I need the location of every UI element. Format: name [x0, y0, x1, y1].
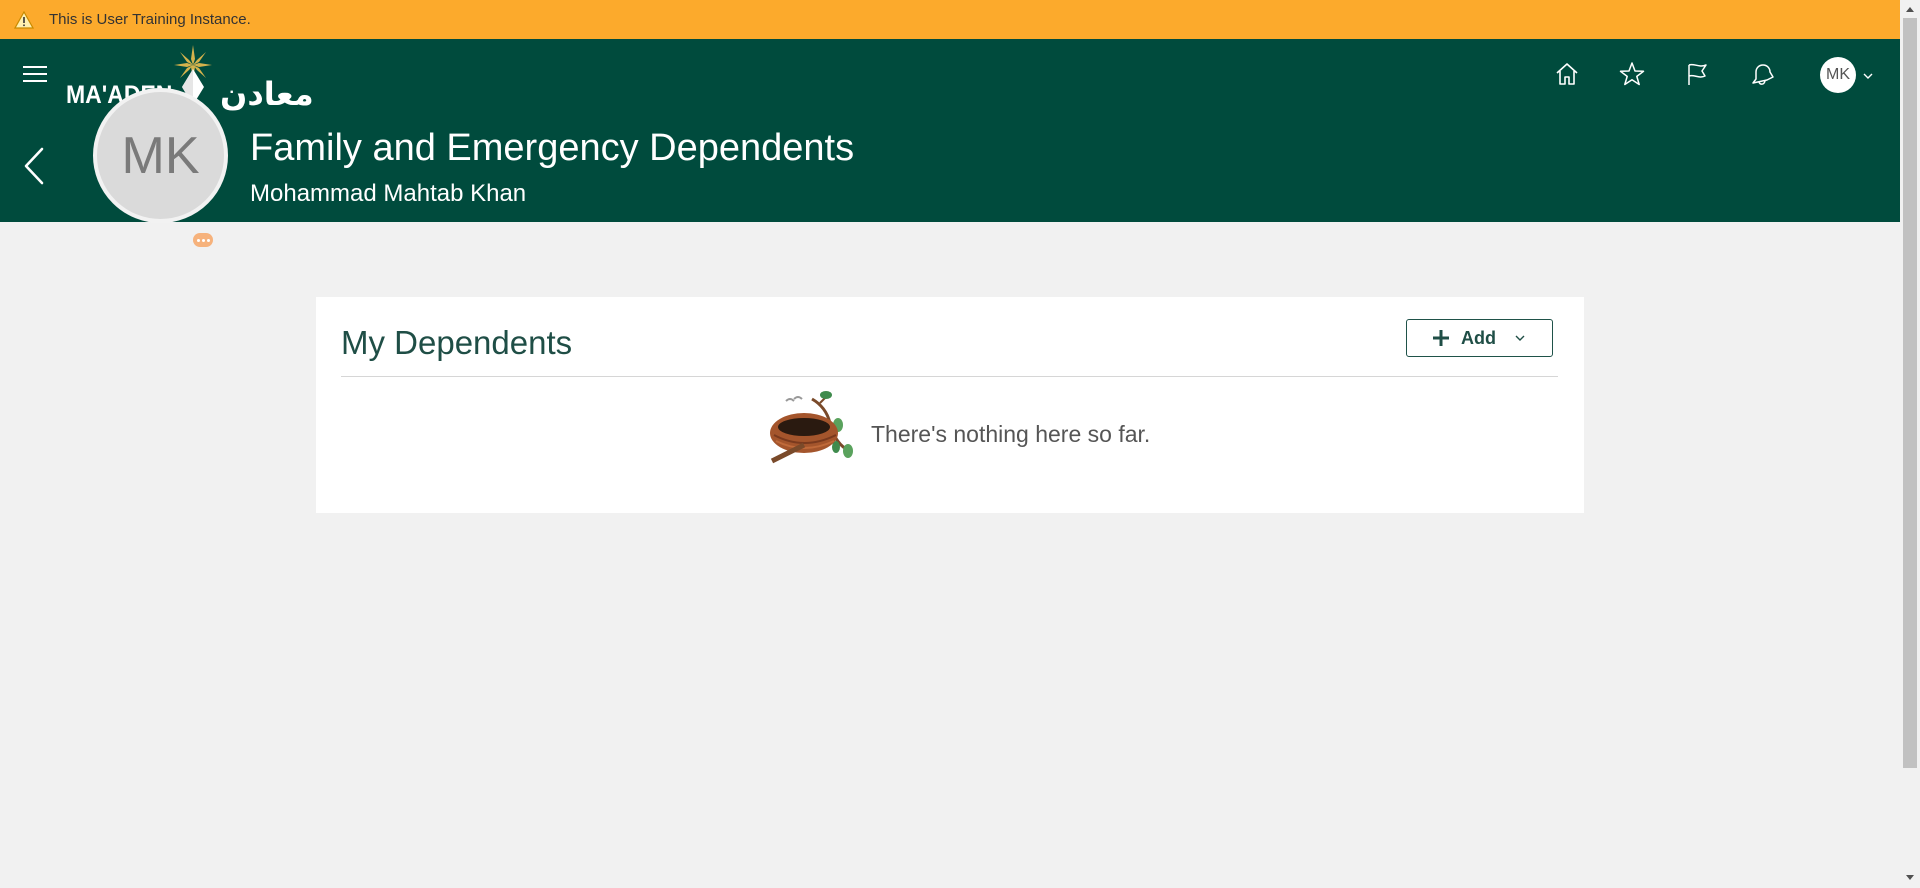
my-dependents-card: My Dependents Add There's nothing here s… [316, 297, 1584, 513]
banner-text: This is User Training Instance. [49, 11, 251, 28]
more-icon[interactable] [193, 233, 213, 247]
page-title: Family and Emergency Dependents [250, 127, 855, 169]
chevron-down-icon [1515, 335, 1525, 341]
divider [341, 376, 1558, 377]
scroll-down-icon[interactable] [1905, 874, 1915, 882]
flag-icon[interactable] [1679, 54, 1715, 94]
page-subtitle: Mohammad Mahtab Khan [250, 180, 527, 207]
training-instance-banner: This is User Training Instance. [0, 0, 1900, 39]
card-title: My Dependents [341, 324, 573, 361]
add-button-label: Add [1461, 327, 1496, 348]
user-avatar[interactable]: MK [1820, 57, 1856, 93]
empty-nest-illustration [770, 391, 853, 464]
logo-arabic-wordmark: معادن [220, 75, 314, 113]
add-button[interactable]: Add [1406, 319, 1553, 357]
page-scrollbar[interactable] [1900, 0, 1920, 888]
home-icon[interactable] [1549, 54, 1585, 94]
scroll-up-icon[interactable] [1905, 5, 1915, 13]
scrollbar-thumb[interactable] [1903, 18, 1917, 768]
empty-state-text: There's nothing here so far. [871, 421, 1151, 447]
warning-icon [14, 10, 34, 29]
page-header: MA'ADEN معادن MK Family and Emergency De… [0, 39, 1900, 222]
star-icon[interactable] [1614, 54, 1650, 94]
chevron-down-icon[interactable] [1862, 70, 1874, 82]
plus-icon [1433, 330, 1449, 346]
empty-state: There's nothing here so far. [316, 389, 1584, 469]
bell-icon[interactable] [1744, 54, 1780, 94]
back-icon[interactable] [22, 146, 46, 186]
navigator-menu-icon[interactable] [23, 66, 47, 84]
person-avatar: MK [93, 88, 228, 223]
